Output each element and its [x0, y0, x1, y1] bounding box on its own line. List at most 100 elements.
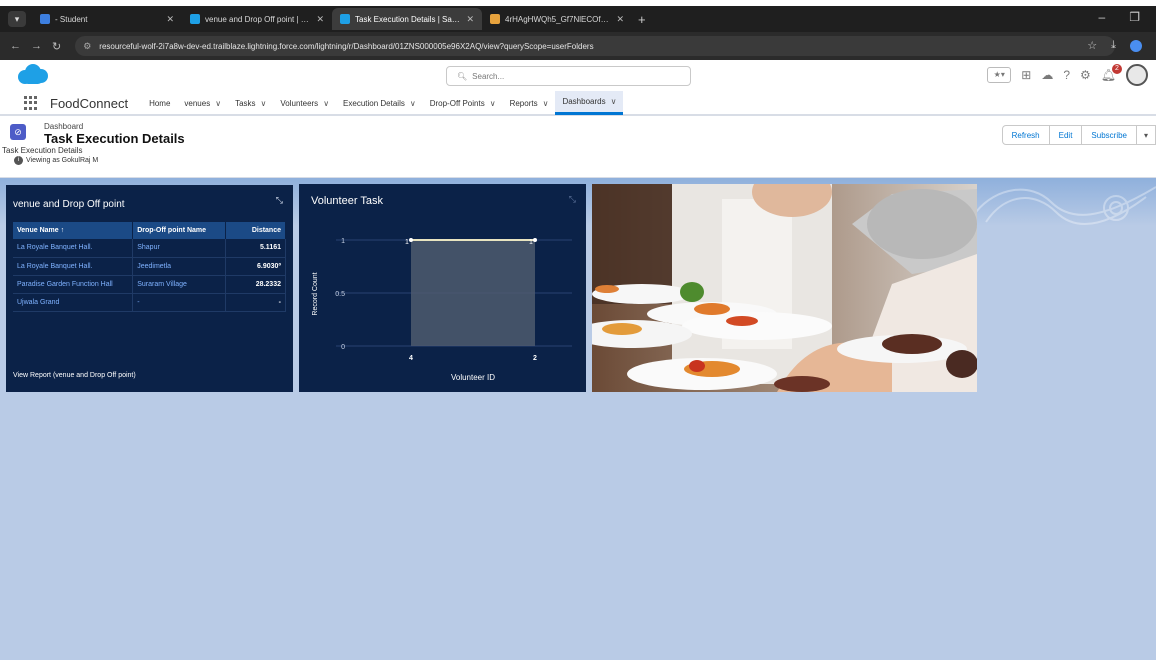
table-header-row: Venue Name ↑ Drop-Off point Name Distance [13, 222, 286, 239]
distance-cell: 5.1161 [225, 239, 286, 258]
help-icon[interactable]: ? [1063, 68, 1070, 82]
close-tab-icon[interactable]: ✕ [466, 14, 474, 25]
browser-tab[interactable]: venue and Drop Off point | Sale ✕ [182, 8, 332, 30]
chevron-down-icon[interactable]: ∨ [490, 99, 496, 108]
expand-icon[interactable]: ⤡ [276, 195, 283, 206]
venue-name-cell[interactable]: La Royale Banquet Hall. [13, 257, 134, 276]
nav-item-volunteers[interactable]: Volunteers ∨ [273, 91, 336, 115]
info-icon: i [14, 156, 23, 165]
chef-plating-image [592, 184, 977, 392]
venue-name-cell[interactable]: Ujwala Grand [13, 293, 134, 312]
dashboard-icon: ⊘ [10, 124, 26, 140]
url-field[interactable]: ⚙ resourceful-wolf-2i7a8w-dev-ed.trailbl… [75, 36, 1116, 56]
table-row: La Royale Banquet Hall. Jeedimetla 6.9030º [13, 257, 286, 276]
search-icon: 🔍︎ [457, 71, 468, 81]
close-tab-icon[interactable]: ✕ [166, 14, 174, 25]
nav-item-tasks[interactable]: Tasks ∨ [228, 91, 273, 115]
edit-button[interactable]: Edit [1048, 125, 1083, 145]
column-header[interactable]: Venue Name ↑ [13, 222, 134, 239]
page: ▾ - Student ✕ venue and Drop Off point | S… [0, 0, 1156, 660]
distance-cell: - [225, 293, 286, 312]
nav-item-reports[interactable]: Reports ∨ [503, 91, 556, 115]
tab-search-icon[interactable]: ▾ [8, 11, 26, 27]
tab-title: venue and Drop Off point | Sale [205, 14, 311, 24]
distance-cell: 28.2332 [225, 275, 286, 294]
column-header[interactable]: Distance [225, 222, 286, 239]
column-header[interactable]: Drop-Off point Name [132, 222, 227, 239]
area-fill [411, 240, 535, 346]
restore-icon[interactable]: ❐ [1129, 10, 1140, 24]
y-tick-label: 1 [341, 238, 345, 245]
url-text: resourceful-wolf-2i7a8w-dev-ed.trailblaz… [99, 41, 594, 51]
chevron-down-icon[interactable]: ∨ [543, 99, 549, 108]
chevron-down-icon[interactable]: ∨ [261, 99, 267, 108]
nav-item-label: Drop-Off Points [429, 98, 485, 108]
venue-name-cell[interactable]: La Royale Banquet Hall. [13, 239, 134, 258]
tab-title: - Student [55, 14, 88, 24]
table-row: Ujwala Grand - - [13, 293, 286, 312]
back-icon[interactable]: ← [10, 40, 21, 52]
browser-tab[interactable]: 4rHAgHWQh5_Gf7NlECOfrHed ✕ [482, 8, 632, 30]
browser-tab[interactable]: Task Execution Details | Salesfo ✕ [332, 8, 482, 30]
dropoff-name-cell[interactable]: Jeedimetla [132, 257, 227, 276]
close-tab-icon[interactable]: ✕ [616, 14, 624, 25]
global-search-input[interactable]: 🔍︎ Search... [446, 66, 691, 86]
setup-gear-icon[interactable]: ⚙ [1080, 68, 1091, 82]
y-axis-label: Record Count [312, 272, 319, 315]
notifications-bell-icon[interactable]: 🔔︎ 2 [1101, 64, 1122, 82]
data-point [533, 238, 537, 242]
new-tab-icon[interactable]: + [638, 12, 646, 27]
trailhead-icon[interactable]: ☁ [1041, 68, 1053, 82]
dashboard-type-label: Dashboard [44, 122, 84, 131]
more-actions-button[interactable]: ▾ [1136, 125, 1156, 145]
chevron-down-icon[interactable]: ∨ [323, 99, 329, 108]
download-icon[interactable]: ⤓ [1111, 39, 1116, 52]
site-info-icon[interactable]: ⚙ [83, 41, 91, 52]
refresh-button[interactable]: Refresh [1001, 125, 1050, 145]
view-report-link[interactable]: View Report (venue and Drop Off point) [13, 372, 136, 379]
nav-item-execution-details[interactable]: Execution Details ∨ [336, 91, 423, 115]
app-name: FoodConnect [50, 95, 129, 111]
y-tick-label: 0 [341, 344, 345, 351]
browser-actions: ☆ ⤓ [1087, 39, 1142, 52]
dropoff-name-cell[interactable]: - [132, 293, 227, 312]
tab-title: Task Execution Details | Salesfo [355, 14, 461, 24]
forward-icon[interactable]: → [31, 40, 42, 52]
x-tick-label: 4 [409, 355, 413, 362]
dropoff-name-cell[interactable]: Shapur [132, 239, 227, 258]
subscribe-button[interactable]: Subscribe [1081, 125, 1137, 145]
reload-icon[interactable]: ↻ [52, 40, 61, 53]
venue-dropoff-widget: venue and Drop Off point ⤡ Venue Name ↑ D… [6, 185, 293, 392]
table-row: La Royale Banquet Hall. Shapur 5.1161 [13, 239, 286, 258]
volunteer-task-widget: Volunteer Task ⤡ 1 0.5 0 1 1 4 2 Volunteer ID Re… [299, 184, 586, 392]
nav-item-venues[interactable]: venues ∨ [177, 91, 228, 115]
address-bar: ← → ↻ ⚙ resourceful-wolf-2i7a8w-dev-ed.t… [0, 32, 1156, 60]
nav-item-dashboards[interactable]: Dashboards ∨ [555, 91, 624, 115]
chevron-down-icon[interactable]: ∨ [611, 97, 617, 106]
bookmark-star-icon[interactable]: ☆ [1087, 39, 1097, 52]
minimize-icon[interactable]: – [1099, 10, 1106, 24]
venue-name-cell[interactable]: Paradise Garden Function Hall [13, 275, 134, 294]
profile-icon[interactable] [1130, 39, 1142, 52]
dashboard-canvas: venue and Drop Off point ⤡ Venue Name ↑ D… [0, 178, 1156, 660]
dropoff-name-cell[interactable]: Suraram Village [132, 275, 227, 294]
app-navigation: FoodConnect Home venues ∨ Tasks ∨ Volunteers ∨… [0, 91, 1156, 116]
table-row: Paradise Garden Function Hall Suraram Vil… [13, 275, 286, 294]
user-avatar[interactable] [1126, 64, 1148, 86]
nav-item-home[interactable]: Home [142, 91, 177, 115]
global-actions-icon[interactable]: ⊞ [1021, 68, 1031, 82]
nav-item-drop-off-points[interactable]: Drop-Off Points ∨ [423, 91, 503, 115]
data-label: 1 [529, 239, 533, 246]
salesforce-logo[interactable] [18, 64, 48, 84]
close-tab-icon[interactable]: ✕ [316, 14, 324, 25]
browser-tab[interactable]: - Student ✕ [32, 8, 182, 30]
chevron-down-icon[interactable]: ∨ [410, 99, 416, 108]
distance-cell: 6.9030º [225, 257, 286, 276]
data-point [409, 238, 413, 242]
x-axis-label: Volunteer ID [451, 373, 495, 382]
food-image-widget [592, 184, 977, 392]
chevron-down-icon[interactable]: ∨ [215, 99, 221, 108]
favorites-icon[interactable]: ★▾ [987, 67, 1012, 83]
tab-favicon-icon [190, 14, 200, 24]
app-launcher-icon[interactable] [24, 96, 38, 110]
